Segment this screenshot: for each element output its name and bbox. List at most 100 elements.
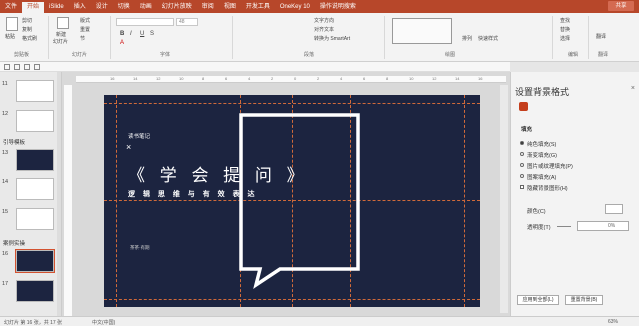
save-icon[interactable] bbox=[4, 64, 10, 70]
arrange-button[interactable]: 排列 bbox=[462, 35, 472, 42]
find-button[interactable]: 查找 bbox=[560, 17, 570, 24]
transparency-input[interactable]: 0% bbox=[577, 221, 629, 231]
share-button[interactable]: 共享 bbox=[608, 1, 634, 11]
slide-title[interactable]: 《 学 会 提 问 》 bbox=[128, 161, 309, 186]
shapes-gallery[interactable] bbox=[392, 18, 452, 44]
tab-animations[interactable]: 动画 bbox=[135, 2, 157, 13]
replace-button[interactable]: 替换 bbox=[560, 26, 570, 33]
group-paragraph: 段落 bbox=[304, 52, 315, 58]
format-painter-button[interactable]: 格式刷 bbox=[22, 35, 37, 42]
ribbon-tabs: 文件 开始 iSlide 插入 设计 切换 动画 幻灯片放映 审阅 视图 开发工… bbox=[0, 0, 639, 13]
text-direction-button[interactable]: 文字方向 bbox=[314, 17, 334, 24]
solid-fill-label[interactable]: 纯色填充(S) bbox=[527, 140, 556, 148]
zoom-level[interactable]: 63% bbox=[608, 319, 618, 325]
thumbnail-scrollbar[interactable] bbox=[57, 72, 61, 316]
vertical-ruler bbox=[64, 85, 72, 316]
slide-number: 15 bbox=[2, 209, 9, 215]
ruler-tick: 12 bbox=[432, 76, 437, 81]
transparency-slider[interactable] bbox=[557, 226, 571, 227]
speech-bubble-frame[interactable] bbox=[104, 95, 480, 307]
layout-button[interactable]: 版式 bbox=[80, 17, 90, 24]
section-header-case[interactable]: 案例实操 bbox=[3, 239, 25, 247]
tab-file[interactable]: 文件 bbox=[0, 2, 22, 13]
pattern-fill-radio[interactable] bbox=[520, 174, 524, 178]
slide-subtitle[interactable]: 逻 辑 思 维 与 有 效 表 达 bbox=[128, 189, 258, 199]
tab-islide[interactable]: iSlide bbox=[44, 2, 69, 13]
shadow-button[interactable]: S bbox=[150, 31, 154, 37]
tab-insert[interactable]: 插入 bbox=[69, 2, 91, 13]
pattern-fill-label[interactable]: 图案填充(A) bbox=[527, 173, 556, 181]
notes-label[interactable]: 读书笔记 bbox=[128, 132, 150, 140]
editor-scrollbar[interactable] bbox=[500, 85, 508, 313]
ruler-tick: 14 bbox=[133, 76, 138, 81]
ruler-tick: 8 bbox=[202, 76, 205, 81]
section-header-guide[interactable]: 引导模板 bbox=[3, 138, 25, 146]
picture-fill-label[interactable]: 图片或纹理填充(P) bbox=[527, 162, 573, 170]
font-size-combo[interactable]: 48 bbox=[176, 18, 198, 26]
select-button[interactable]: 选择 bbox=[560, 35, 570, 42]
tab-design[interactable]: 设计 bbox=[91, 2, 113, 13]
smartart-button[interactable]: 转换为 SmartArt bbox=[314, 35, 350, 42]
color-picker-button[interactable] bbox=[605, 204, 623, 214]
separator bbox=[232, 16, 233, 59]
close-icon[interactable]: × bbox=[631, 85, 635, 92]
reset-button[interactable]: 重置 bbox=[80, 26, 90, 33]
translate-button[interactable]: 翻译 bbox=[596, 33, 606, 40]
slide-thumbnail-17[interactable] bbox=[16, 280, 54, 302]
tab-review[interactable]: 审阅 bbox=[197, 2, 219, 13]
tab-slideshow[interactable]: 幻灯片放映 bbox=[157, 2, 197, 13]
hide-background-checkbox[interactable] bbox=[520, 185, 524, 189]
font-name-combo[interactable] bbox=[116, 18, 174, 26]
slide-thumbnail-16[interactable] bbox=[15, 249, 55, 273]
font-color-button[interactable]: A bbox=[120, 40, 124, 46]
reset-background-button[interactable]: 重置背景(B) bbox=[565, 295, 603, 305]
quick-styles-button[interactable]: 快速样式 bbox=[478, 35, 498, 42]
slide-thumbnail-13[interactable] bbox=[16, 149, 54, 171]
cut-button[interactable]: 剪切 bbox=[22, 17, 32, 24]
group-font: 字体 bbox=[160, 52, 171, 58]
align-text-button[interactable]: 对齐文本 bbox=[314, 26, 334, 33]
new-slide-icon[interactable] bbox=[57, 17, 69, 29]
copy-button[interactable]: 复制 bbox=[22, 26, 32, 33]
italic-button[interactable]: I bbox=[130, 31, 132, 37]
horizontal-ruler: 16 14 12 10 8 6 4 2 0 2 4 6 8 10 12 14 16 bbox=[76, 76, 506, 83]
ruler-tick: 4 bbox=[340, 76, 343, 81]
author-label[interactable]: 茶茶·有期 bbox=[130, 245, 150, 251]
slide-thumbnail-12[interactable] bbox=[16, 110, 54, 132]
underline-button[interactable]: U bbox=[140, 31, 144, 37]
ruler-tick: 2 bbox=[271, 76, 274, 81]
new-slide-button[interactable]: 新建 bbox=[56, 31, 66, 38]
picture-fill-radio[interactable] bbox=[520, 163, 524, 167]
section-button[interactable]: 节 bbox=[80, 35, 85, 42]
present-icon[interactable] bbox=[34, 64, 40, 70]
tab-transitions[interactable]: 切换 bbox=[113, 2, 135, 13]
undo-icon[interactable] bbox=[14, 64, 20, 70]
slide-thumbnail-15[interactable] bbox=[16, 208, 54, 230]
paste-button[interactable]: 粘贴 bbox=[5, 33, 15, 40]
tab-onekey[interactable]: OneKey 10 bbox=[275, 2, 315, 13]
tab-home[interactable]: 开始 bbox=[22, 2, 45, 13]
bold-button[interactable]: B bbox=[120, 31, 124, 37]
apply-to-all-button[interactable]: 应用到全部(L) bbox=[517, 295, 559, 305]
language-indicator[interactable]: 中文(中国) bbox=[92, 319, 115, 326]
ruler-tick: 8 bbox=[386, 76, 389, 81]
slide-thumbnail-11[interactable] bbox=[16, 80, 54, 102]
gradient-fill-label[interactable]: 渐变填充(G) bbox=[527, 151, 557, 159]
paste-icon[interactable] bbox=[6, 17, 18, 31]
separator bbox=[588, 16, 589, 59]
hide-background-label[interactable]: 隐藏背景图形(H) bbox=[527, 184, 568, 192]
slide-thumbnail-14[interactable] bbox=[16, 178, 54, 200]
fill-section-header[interactable]: 填充 bbox=[521, 125, 532, 133]
tell-me-search[interactable]: 操作说明搜索 bbox=[315, 2, 361, 13]
redo-icon[interactable] bbox=[24, 64, 30, 70]
ribbon: 粘贴 剪切 复制 格式刷 剪贴板 新建 幻灯片 版式 重置 节 幻灯片 48 B… bbox=[0, 13, 639, 62]
solid-fill-radio[interactable] bbox=[520, 141, 524, 145]
ruler-tick: 12 bbox=[156, 76, 161, 81]
gradient-fill-radio[interactable] bbox=[520, 152, 524, 156]
format-background-pane: 设置背景格式 × 填充 纯色填充(S) 渐变填充(G) 图片或纹理填充(P) 图… bbox=[510, 72, 639, 316]
tab-developer[interactable]: 开发工具 bbox=[241, 2, 275, 13]
slide-canvas[interactable]: 读书笔记 × 《 学 会 提 问 》 逻 辑 思 维 与 有 效 表 达 茶茶·… bbox=[104, 95, 480, 307]
tab-view[interactable]: 视图 bbox=[219, 2, 241, 13]
close-icon[interactable]: × bbox=[126, 142, 131, 152]
fill-bucket-icon[interactable] bbox=[519, 102, 528, 111]
